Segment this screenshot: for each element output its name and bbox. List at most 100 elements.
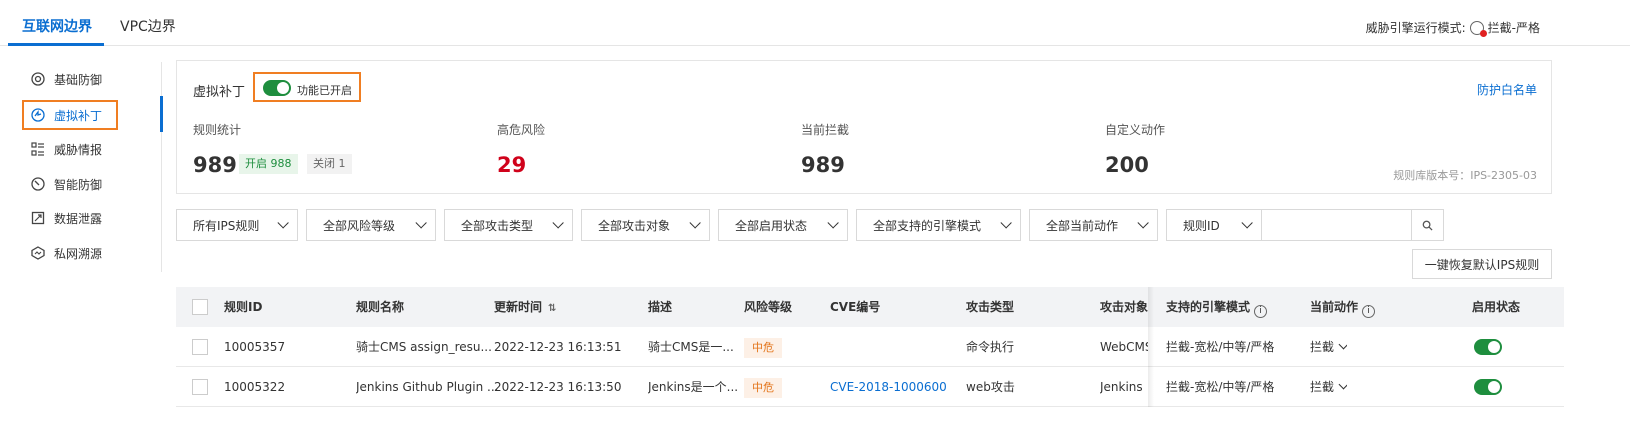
top-tab-bar: 互联网边界 VPC边界 威胁引擎运行模式: 拦截-严格 [0, 0, 1630, 46]
intel-icon [30, 141, 46, 157]
chevron-down-icon [827, 217, 839, 229]
cell-rule-name[interactable]: 骑士CMS assign_resu... [356, 327, 492, 367]
engine-mode: 威胁引擎运行模式: 拦截-严格 [1365, 19, 1540, 37]
data-leak-icon [30, 210, 46, 226]
chevron-down-icon [1338, 379, 1348, 390]
rule-id-select[interactable]: 规则ID [1166, 209, 1262, 241]
cell-rule-name[interactable]: Jenkins Github Plugin ... [356, 367, 498, 407]
whitelist-link[interactable]: 防护白名单 [1477, 81, 1537, 98]
filter-enabled-status[interactable]: 全部启用状态 [718, 209, 848, 241]
shield-base-icon [30, 71, 46, 87]
info-icon[interactable]: i [1362, 305, 1376, 318]
col-updated-label: 更新时间 [494, 300, 543, 314]
tab-vpc-boundary[interactable]: VPC边界 [120, 16, 176, 36]
chevron-down-icon [689, 217, 701, 229]
sidebar-item-label: 私网溯源 [54, 246, 103, 261]
filter-label: 全部攻击类型 [461, 218, 534, 233]
chevron-down-icon [1338, 339, 1348, 350]
rule-library-version: 规则库版本号：IPS-2305-03 [1393, 169, 1537, 182]
col-risk: 风险等级 [744, 300, 793, 314]
stat-label-blocking: 当前拦截 [801, 123, 850, 137]
sidebar-item-label: 智能防御 [54, 177, 103, 192]
card-title: 虚拟补丁 [193, 85, 246, 100]
cell-current-action[interactable]: 拦截 [1310, 327, 1348, 367]
rule-id-select-label: 规则ID [1183, 218, 1220, 233]
sidebar-item-label: 基础防御 [54, 72, 103, 87]
filter-current-action[interactable]: 全部当前动作 [1029, 209, 1158, 241]
stat-value-high-risk: 29 [497, 153, 527, 177]
col-current-action-label: 当前动作 [1310, 300, 1359, 314]
col-rule-name: 规则名称 [356, 300, 405, 314]
filter-attack-type[interactable]: 全部攻击类型 [444, 209, 573, 241]
feature-switch[interactable] [263, 80, 291, 96]
action-select-value: 拦截 [1310, 340, 1335, 354]
summary-card: 虚拟补丁 功能已开启 防护白名单 规则统计 989 开启 988 关闭 1 高危… [176, 60, 1552, 194]
highlight-box-sidebar [22, 100, 118, 130]
filter-ips-rules[interactable]: 所有IPS规则 [176, 209, 298, 241]
engine-mode-value[interactable]: 拦截-严格 [1488, 19, 1540, 36]
fixed-column-shadow [1148, 287, 1154, 407]
cell-attack-target: WebCMS [1100, 340, 1148, 354]
col-current-action: 当前动作 i [1310, 287, 1376, 327]
sidebar: 基础防御 虚拟补丁 威胁情报 智能防御 数据泄露 私网溯源 [0, 62, 163, 272]
stat-value-blocking: 989 [801, 153, 845, 177]
smart-defense-icon [30, 176, 46, 192]
table-row: 10005322 Jenkins Github Plugin ... 2022-… [176, 367, 1564, 407]
cell-engine-mode: 拦截-宽松/中等/严格 [1166, 380, 1275, 394]
table-row: 10005357 骑士CMS assign_resu... 2022-12-23… [176, 327, 1564, 367]
col-attack-target: 攻击对象 [1100, 300, 1149, 314]
reset-default-rules-button[interactable]: 一键恢复默认IPS规则 [1412, 249, 1552, 279]
sort-icon[interactable]: ⇅ [548, 289, 556, 327]
search-icon [1422, 220, 1433, 231]
search-button[interactable] [1412, 209, 1444, 241]
rule-id-input[interactable] [1262, 209, 1412, 241]
col-updated[interactable]: 更新时间 ⇅ [494, 287, 556, 327]
select-all-checkbox[interactable] [192, 299, 208, 315]
chevron-down-icon [552, 217, 564, 229]
sidebar-item-private-trace[interactable]: 私网溯源 [30, 242, 102, 264]
col-engine-mode-label: 支持的引擎模式 [1166, 300, 1251, 314]
switch-label: 功能已开启 [297, 84, 352, 97]
active-sidebar-indicator [160, 96, 163, 132]
sidebar-item-threat-intel[interactable]: 威胁情报 [30, 138, 102, 160]
engine-mode-label: 威胁引擎运行模式: [1365, 21, 1466, 35]
enable-toggle[interactable] [1474, 379, 1502, 395]
info-icon[interactable]: i [1254, 305, 1268, 318]
filter-bar: 所有IPS规则 全部风险等级 全部攻击类型 全部攻击对象 全部启用状态 全部支持… [176, 209, 1444, 241]
sidebar-item-smart-defense[interactable]: 智能防御 [30, 173, 102, 195]
filter-label: 全部当前动作 [1046, 218, 1119, 233]
row-checkbox[interactable] [192, 339, 208, 355]
risk-badge: 中危 [744, 338, 782, 358]
cell-risk: 中危 [744, 327, 782, 367]
risk-badge: 中危 [744, 378, 782, 398]
chevron-down-icon [1137, 217, 1149, 229]
filter-engine-mode[interactable]: 全部支持的引擎模式 [856, 209, 1021, 241]
cell-description: Jenkins是一个... [648, 380, 739, 394]
cell-current-action[interactable]: 拦截 [1310, 367, 1348, 407]
cell-updated: 2022-12-23 16:13:50 [494, 380, 622, 394]
cell-attack-type: web攻击 [966, 380, 1015, 394]
sidebar-item-basic-defense[interactable]: 基础防御 [30, 68, 102, 90]
chevron-down-icon [1241, 217, 1253, 229]
enable-toggle[interactable] [1474, 339, 1502, 355]
filter-label: 全部启用状态 [735, 218, 808, 233]
filter-attack-target[interactable]: 全部攻击对象 [581, 209, 710, 241]
active-tab-underline [8, 43, 104, 46]
cell-attack-target: Jenkins [1100, 380, 1143, 394]
stat-label-rules: 规则统计 [193, 123, 242, 137]
tab-internet-boundary[interactable]: 互联网边界 [22, 16, 92, 36]
cell-risk: 中危 [744, 367, 782, 407]
filter-risk-level[interactable]: 全部风险等级 [306, 209, 436, 241]
cell-attack-type: 命令执行 [966, 340, 1015, 354]
sidebar-item-label: 数据泄露 [54, 211, 103, 226]
col-description: 描述 [648, 300, 673, 314]
tag-disabled-count: 关闭 1 [307, 154, 352, 174]
sidebar-item-data-leak[interactable]: 数据泄露 [30, 207, 102, 229]
table-header: 规则ID 规则名称 更新时间 ⇅ 描述 风险等级 CVE编号 攻击类型 攻击对象 … [176, 287, 1564, 327]
col-cve: CVE编号 [830, 300, 881, 314]
filter-label: 全部支持的引擎模式 [873, 218, 982, 233]
chevron-down-icon [415, 217, 427, 229]
cell-cve[interactable]: CVE-2018-1000600 [830, 367, 947, 407]
row-checkbox[interactable] [192, 379, 208, 395]
globe-block-icon [1469, 20, 1487, 37]
